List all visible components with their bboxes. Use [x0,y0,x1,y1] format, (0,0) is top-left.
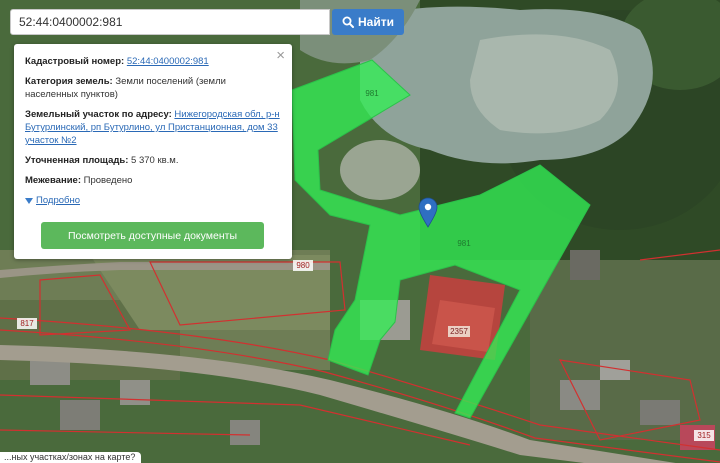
cadastral-number-link[interactable]: 52:44:0400002:981 [127,56,209,67]
plot-label: 2357 [450,327,468,336]
survey-label: Межевание: [25,175,81,186]
plot-label: 981 [457,239,471,248]
search-button[interactable]: Найти [332,9,404,35]
plot-label: 980 [296,261,310,270]
area-row: Уточненная площадь: 5 370 кв.м. [25,154,280,167]
area-value: 5 370 кв.м. [131,155,179,166]
cadastral-info-popup: × Кадастровый номер: 52:44:0400002:981 К… [14,44,292,259]
close-icon[interactable]: × [276,48,285,63]
plot-label: 981 [365,89,379,98]
triangle-down-icon [25,197,33,204]
survey-value: Проведено [83,175,133,186]
search-input[interactable] [10,9,330,35]
land-category-label: Категория земель: [25,76,113,87]
bottom-prompt-text[interactable]: ...ных участках/зонах на карте? [0,452,142,463]
plot-label: 817 [20,319,34,328]
view-documents-button[interactable]: Посмотреть доступные документы [41,222,264,249]
cadastral-number-label: Кадастровый номер: [25,56,125,67]
plot-label: 315 [697,431,711,440]
address-row: Земельный участок по адресу: Нижегородск… [25,108,280,147]
cadastral-number-row: Кадастровый номер: 52:44:0400002:981 [25,55,280,68]
address-label: Земельный участок по адресу: [25,109,172,120]
survey-row: Межевание: Проведено [25,174,280,187]
area-label: Уточненная площадь: [25,155,129,166]
land-category-row: Категория земель: Земли поселений (земли… [25,75,280,101]
search-button-label: Найти [358,15,394,29]
search-icon [342,16,354,28]
search-bar: Найти [10,9,404,35]
details-toggle[interactable]: Подробно [25,194,280,207]
details-link[interactable]: Подробно [36,194,80,207]
